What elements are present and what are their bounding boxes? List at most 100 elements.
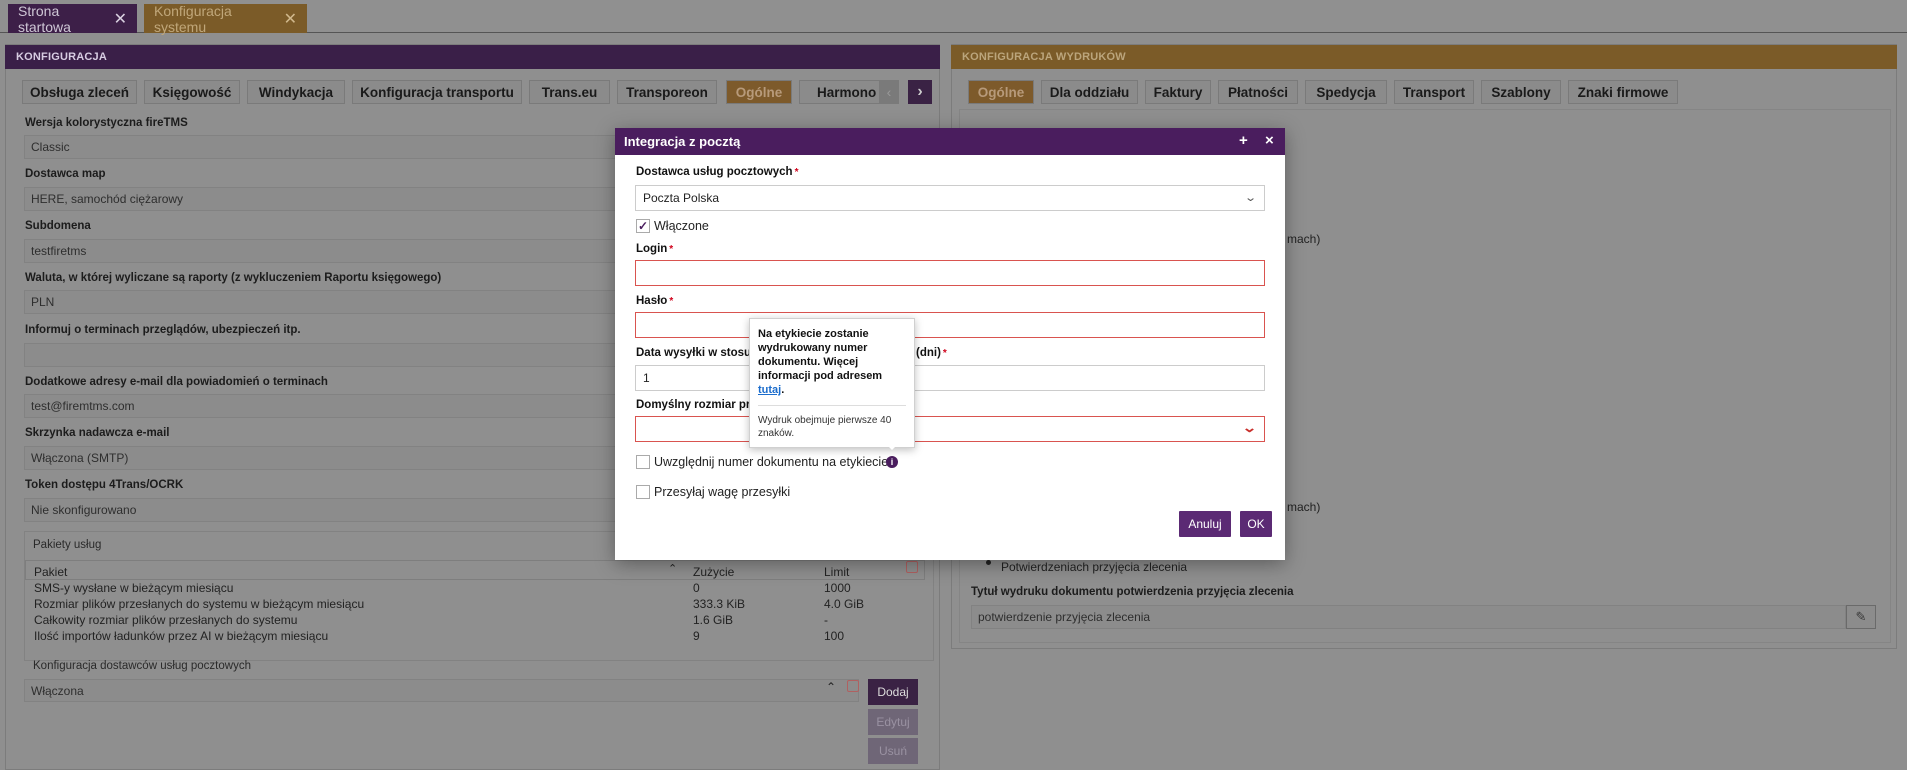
tooltip-note: Wydruk obejmuje pierwsze 40 znaków. [758,415,892,439]
maximize-icon[interactable]: + [1239,132,1248,149]
left-panel-title: KONFIGURACJA [16,51,108,63]
right-panel-title: KONFIGURACJA WYDRUKÓW [962,51,1126,63]
subtab-ogolne-print[interactable]: Ogólne [968,80,1034,104]
close-icon[interactable]: ✕ [284,9,297,29]
right-panel-header: KONFIGURACJA WYDRUKÓW [951,45,1897,69]
table-cell: 1000 [824,581,851,595]
bullet-icon [986,560,991,565]
add-button[interactable]: Dodaj [868,679,918,705]
field-label: Dostawca map [25,168,106,180]
edit-button[interactable]: Edytuj [868,709,918,735]
packages-header-row [25,560,925,580]
ok-button[interactable]: OK [1240,511,1272,537]
subtab-trans-eu[interactable]: Trans.eu [529,80,610,104]
login-label-text: Login [636,243,668,255]
subtab-konfiguracja-transportu[interactable]: Konfiguracja transportu [352,80,522,104]
field-label: Token dostępu 4Trans/OCRK [25,479,184,491]
send-date-label-end: (dni) * [916,347,947,359]
scroll-left-icon[interactable]: ‹ [879,80,899,104]
subtab-windykacja[interactable]: Windykacja [247,80,345,104]
subtab-szablony[interactable]: Szablony [1481,80,1561,104]
send-weight-checkbox[interactable] [636,485,650,499]
field-label: Waluta, w której wyliczane są raporty (z… [25,272,442,284]
tooltip-link[interactable]: tutaj [758,384,781,396]
sort-up-icon[interactable]: ⌃ [668,562,677,575]
table-cell: 333.3 KiB [693,597,746,611]
password-input[interactable] [635,312,1265,338]
sort-up-icon[interactable]: ⌃ [826,680,836,694]
subtab-transport[interactable]: Transport [1394,80,1474,104]
required-mark: * [794,167,799,178]
postal-config-title: Konfiguracja dostawców usług pocztowych [33,660,251,672]
column-header-usage[interactable]: Zużycie [693,565,734,579]
default-size-label: Domyślny rozmiar prz [636,399,757,411]
include-number-checkbox[interactable] [636,455,650,469]
subtab-transporeon[interactable]: Transporeon [617,80,717,104]
bullet-text: Potwierdzeniach przyjęcia zlecenia [1001,560,1188,574]
subtab-obsluga-zlecen[interactable]: Obsługa zleceń [22,80,137,104]
info-icon[interactable]: i [886,456,898,468]
tooltip-text: Na etykiecie zostanie wydrukowany numer … [758,327,906,397]
provider-value: Poczta Polska [643,191,720,205]
field-label: Wersja kolorystyczna fireTMS [25,117,188,129]
provider-select[interactable]: Poczta Polska ⌄ [635,185,1265,211]
postal-provider-row[interactable]: Włączona [24,679,859,702]
subtab-ogolne[interactable]: Ogólne [726,80,792,104]
field-label: Skrzynka nadawcza e-mail [25,427,170,439]
column-header-package[interactable]: Pakiet [34,565,67,579]
enabled-checkbox[interactable]: ✓ [636,219,650,233]
login-label: Login * [636,243,673,255]
tab-konfiguracja-systemu[interactable]: Konfiguracja systemu ✕ [144,2,307,35]
required-mark: * [942,348,947,359]
tooltip-arrow [886,444,898,450]
delete-button[interactable]: Usuń [868,738,918,764]
tooltip-main-text: Na etykiecie zostanie wydrukowany numer … [758,328,883,382]
tooltip-divider [758,405,906,406]
scroll-right-icon[interactable]: › [908,80,932,104]
send-weight-label: Przesyłaj wagę przesyłki [654,485,791,499]
table-cell: 1.6 GiB [693,613,734,627]
table-row: SMS-y wysłane w bieżącym miesiącu [34,581,234,595]
print-title-field[interactable]: potwierdzenie przyjęcia zlecenia [971,605,1846,629]
tab-label: Strona startowa [18,2,71,35]
chevron-down-icon: ⌄ [1241,420,1258,435]
edit-icon[interactable]: ✎ [1846,605,1876,629]
dialog-title: Integracja z pocztą [624,134,741,149]
default-size-select[interactable]: ⌄ [635,416,1265,442]
enabled-label: Włączone [654,219,709,233]
password-label: Hasło * [636,295,673,307]
subtab-znaki-firmowe[interactable]: Znaki firmowe [1568,80,1678,104]
left-panel-header: KONFIGURACJA [5,45,940,69]
table-cell: 100 [824,629,845,643]
packages-title: Pakiety usług [33,539,102,551]
table-cell: 0 [693,581,700,595]
settings-icon[interactable] [906,561,918,573]
subtab-harmonogram[interactable]: Harmono [799,80,886,104]
send-date-label: Data wysyłki w stosun [636,347,759,359]
text-fragment: mach) [1287,232,1321,246]
chevron-down-icon: ⌄ [1243,192,1257,204]
subtab-ksiegowosc[interactable]: Księgowość [144,80,240,104]
close-icon[interactable]: ✕ [114,9,127,29]
settings-icon[interactable] [847,680,859,692]
subtab-platnosci[interactable]: Płatności [1218,80,1298,104]
provider-label: Dostawca usług pocztowych * [636,166,798,178]
include-number-label: Uwzględnij numer dokumentu na etykiecie [654,455,889,469]
send-date-input[interactable]: 1 [635,365,1265,391]
subtab-faktury[interactable]: Faktury [1145,80,1211,104]
required-mark: * [669,296,674,307]
tooltip-period: . [781,384,785,396]
check-icon: ✓ [637,219,649,233]
table-row: Ilość importów ładunków przez AI w bieżą… [34,629,329,643]
column-header-limit[interactable]: Limit [824,565,849,579]
subtab-spedycja[interactable]: Spedycja [1305,80,1387,104]
dialog-header: Integracja z pocztą + × [615,128,1285,155]
close-icon[interactable]: × [1265,132,1274,149]
tab-strona-startowa[interactable]: Strona startowa ✕ [8,2,137,35]
cancel-button[interactable]: Anuluj [1179,511,1231,537]
table-row: Całkowity rozmiar plików przesłanych do … [34,613,298,627]
login-input[interactable] [635,260,1265,286]
subtab-dla-oddzialu[interactable]: Dla oddziału [1041,80,1138,104]
table-cell: 9 [693,629,700,643]
tab-label: Konfiguracja systemu [154,2,232,35]
